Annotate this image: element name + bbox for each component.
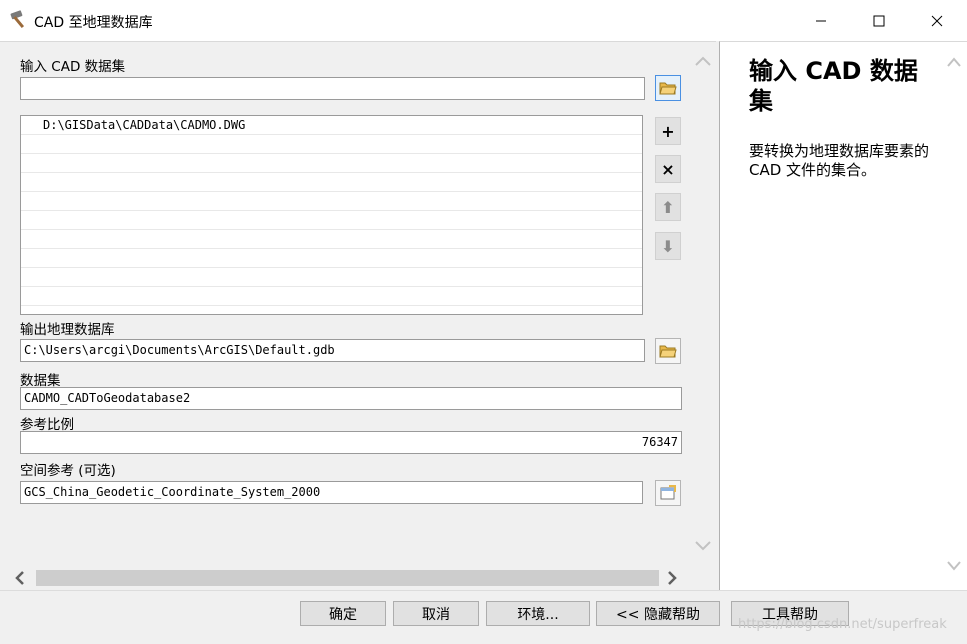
ok-button[interactable]: 确定 [300,601,386,626]
reference-scale-label: 参考比例 [20,417,74,433]
list-item[interactable] [21,192,642,211]
add-item-button[interactable]: + [655,117,681,145]
arrow-down-icon: ⬇ [661,236,675,256]
help-description: 要转换为地理数据库要素的 CAD 文件的集合。 [749,142,930,179]
arrow-up-icon: ⬆ [661,197,675,217]
scroll-left-icon[interactable] [12,570,28,586]
minimize-icon [816,20,826,21]
list-item[interactable] [21,154,642,173]
output-gdb-field[interactable]: C:\Users\arcgi\Documents\ArcGIS\Default.… [20,339,645,362]
input-cad-label: 输入 CAD 数据集 [20,59,126,75]
list-item[interactable] [21,249,642,268]
hide-help-button[interactable]: << 隐藏帮助 [596,601,720,626]
close-button[interactable] [908,0,966,41]
output-gdb-label: 输出地理数据库 [20,322,115,338]
remove-icon: × [661,159,675,179]
title-bar: CAD 至地理数据库 [0,0,967,41]
window-title: CAD 至地理数据库 [34,15,153,31]
spatial-reference-field[interactable]: GCS_China_Geodetic_Coordinate_System_200… [20,481,643,504]
scroll-down-icon[interactable] [692,539,714,553]
tool-parameters-panel: 输入 CAD 数据集 D:\GISData\CADData\CADMO.DWG … [0,41,716,590]
environments-button[interactable]: 环境... [486,601,590,626]
minimize-button[interactable] [792,0,850,41]
input-cad-field[interactable] [20,77,645,100]
dialog-button-bar: 确定 取消 环境... << 隐藏帮助 工具帮助 https://blog.cs… [0,590,967,644]
form-horizontal-scrollbar[interactable] [12,569,684,587]
scroll-right-icon[interactable] [664,570,680,586]
spatial-reference-label: 空间参考 (可选) [20,463,116,479]
dataset-label: 数据集 [20,373,61,389]
open-folder-icon [659,345,677,358]
help-panel: 输入 CAD 数据集 要转换为地理数据库要素的 CAD 文件的集合。 [719,41,967,590]
hammer-icon [10,10,25,29]
input-dataset-list[interactable]: D:\GISData\CADData\CADMO.DWG [20,115,643,315]
list-item[interactable] [21,135,642,154]
plus-icon: + [661,121,675,141]
list-item[interactable] [21,230,642,249]
move-down-button[interactable]: ⬇ [655,232,681,260]
browse-input-cad-button[interactable] [655,75,681,101]
scroll-up-icon[interactable] [692,54,714,68]
list-item[interactable] [21,173,642,192]
move-up-button[interactable]: ⬆ [655,193,681,221]
list-item[interactable] [21,211,642,230]
list-item[interactable] [21,287,642,306]
cancel-button[interactable]: 取消 [393,601,479,626]
spatial-reference-icon [660,485,676,500]
help-title: 输入 CAD 数据集 [749,57,918,115]
close-icon [931,15,943,26]
dataset-field[interactable]: CADMO_CADToGeodatabase2 [20,387,682,410]
help-scroll-up-icon[interactable] [945,56,963,68]
spatial-reference-properties-button[interactable] [655,480,681,506]
list-item[interactable]: D:\GISData\CADData\CADMO.DWG [21,116,642,135]
reference-scale-field[interactable]: 76347 [20,431,682,454]
browse-output-gdb-button[interactable] [655,338,681,364]
watermark: https://blog.csdn.net/superfreak [738,617,947,632]
help-scroll-down-icon[interactable] [945,560,963,572]
maximize-icon [873,15,885,26]
remove-item-button[interactable]: × [655,155,681,183]
open-folder-icon [659,82,677,95]
list-item[interactable] [21,268,642,287]
horizontal-scroll-thumb[interactable] [36,570,659,586]
form-vertical-scrollbar[interactable] [692,52,714,557]
maximize-button[interactable] [850,0,908,41]
